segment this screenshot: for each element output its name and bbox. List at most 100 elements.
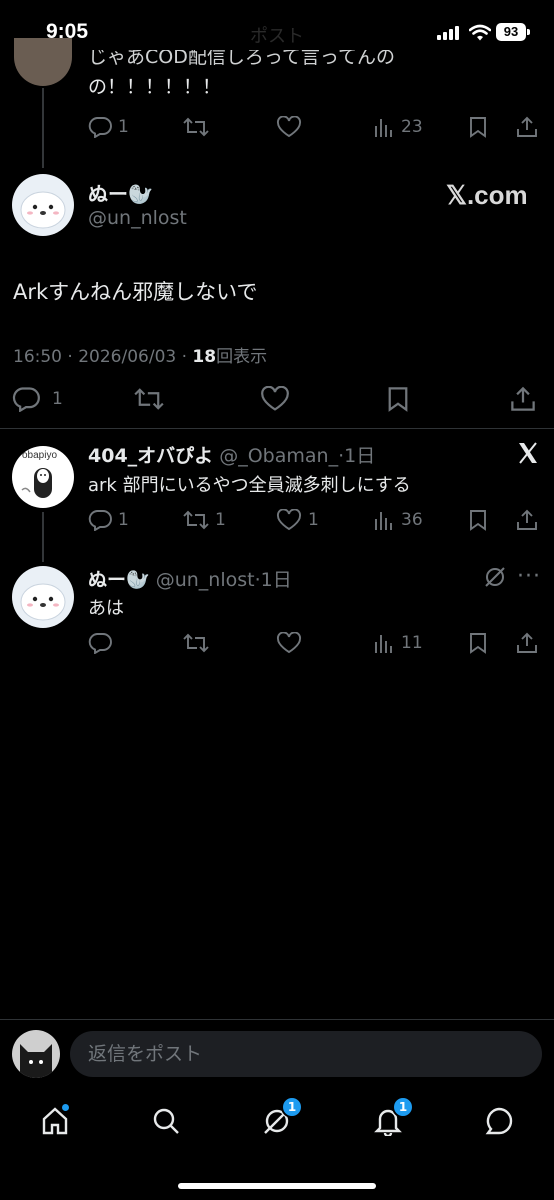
share-button[interactable] — [516, 632, 538, 654]
current-user-avatar[interactable] — [12, 1030, 60, 1078]
views-count[interactable]: 18 — [192, 347, 216, 367]
share-button[interactable] — [516, 509, 538, 531]
views-button[interactable]: 11 — [373, 632, 423, 654]
heart-icon — [277, 509, 301, 531]
tab-grok[interactable]: 1 — [262, 1096, 303, 1136]
tab-search[interactable] — [151, 1106, 181, 1136]
tweet-date: 2026/06/03 — [78, 347, 177, 367]
reply-button[interactable] — [88, 632, 112, 654]
tweet-text: ark 部門にいるやつ全員滅多刺しにする — [88, 475, 411, 496]
cat-avatar-image — [20, 1044, 52, 1078]
reply-input[interactable]: 返信をポスト — [70, 1031, 542, 1077]
divider — [0, 1019, 554, 1020]
tab-home[interactable] — [40, 1104, 70, 1136]
tweet-text: あは — [88, 598, 124, 619]
battery-indicator: 93 — [496, 23, 526, 41]
message-icon — [485, 1107, 513, 1135]
separator: · — [67, 347, 73, 367]
views-button[interactable]: 36 — [373, 509, 423, 531]
tweet-actions: 1 — [12, 384, 542, 416]
seal-avatar-image — [20, 191, 66, 229]
heart-icon — [277, 632, 301, 654]
reply-button[interactable]: 1 — [12, 386, 63, 412]
tweet-text-line: じゃあCOD配信しろって言ってんの — [88, 50, 395, 68]
repost-button[interactable]: 1 — [183, 509, 226, 531]
share-icon — [517, 509, 537, 530]
avatar-caption: obapiyo — [22, 450, 58, 461]
more-options-icon[interactable]: ··· — [517, 564, 541, 589]
reply-count: 1 — [52, 389, 63, 409]
notifications-badge: 1 — [392, 1096, 414, 1118]
reply-icon — [88, 633, 112, 654]
repost-icon — [183, 633, 209, 653]
bookmark-button[interactable] — [468, 509, 488, 531]
bookmark-button[interactable] — [468, 116, 488, 138]
tweet-actions: 11 — [88, 630, 540, 658]
views-icon — [375, 119, 392, 137]
tweet-age: 1日 — [344, 445, 376, 467]
x-logo-icon[interactable] — [517, 442, 539, 464]
handle[interactable]: @un_nlost — [156, 569, 255, 591]
reply-count: 1 — [118, 510, 129, 530]
tweet-actions: 1 23 — [88, 114, 540, 142]
reply-button[interactable]: 1 — [88, 509, 129, 531]
seal-avatar-image — [20, 583, 66, 621]
grok-icon[interactable] — [483, 565, 507, 589]
repost-icon — [183, 117, 209, 137]
repost-icon — [183, 510, 209, 530]
like-button[interactable]: 1 — [276, 509, 319, 531]
views-icon — [375, 635, 392, 653]
tweet-age: 1日 — [260, 569, 292, 591]
like-button[interactable] — [276, 632, 302, 654]
share-icon — [511, 386, 535, 411]
thread-line — [42, 512, 44, 562]
tweet-header: ぬー🦭 @un_nlost·1日 — [88, 565, 292, 592]
avatar[interactable] — [12, 566, 74, 628]
home-indicator — [178, 1183, 376, 1189]
share-button[interactable] — [516, 116, 538, 138]
reply-icon — [88, 510, 112, 531]
tweet-time: 16:50 — [13, 347, 62, 367]
tweet-header: 404_オバぴよ @_Obaman_·1日 — [88, 441, 375, 468]
tweet-text-line: の！！！！！！ — [88, 76, 222, 98]
x-watermark-logo: 𝕏.com — [446, 180, 528, 210]
avatar[interactable]: obapiyo — [12, 446, 74, 508]
share-icon — [517, 632, 537, 653]
share-button[interactable] — [510, 386, 536, 412]
battery-tip — [527, 29, 530, 35]
views-button[interactable]: 23 — [373, 116, 423, 138]
reply-button[interactable]: 1 — [88, 116, 129, 138]
avatar[interactable] — [12, 174, 74, 236]
like-button[interactable] — [276, 116, 302, 138]
heart-icon — [277, 116, 301, 138]
tab-notifications[interactable]: 1 — [373, 1096, 414, 1136]
handle[interactable]: @un_nlost — [88, 207, 187, 229]
display-name[interactable]: ぬー🦭 — [88, 178, 153, 207]
separator: · — [181, 347, 188, 367]
tweet-actions: 1 1 1 36 — [88, 507, 540, 535]
like-button[interactable] — [260, 386, 290, 412]
like-count: 1 — [308, 510, 319, 530]
wifi-icon — [469, 24, 491, 41]
bookmark-icon — [470, 633, 486, 654]
display-name[interactable]: ぬー🦭 — [88, 569, 150, 591]
views-count: 36 — [401, 510, 423, 530]
display-name[interactable]: 404_オバぴよ — [88, 445, 213, 467]
repost-icon — [134, 388, 164, 410]
handle[interactable]: @_Obaman_ — [219, 445, 338, 467]
bookmark-button[interactable] — [386, 386, 410, 412]
tweet-meta: 16:50 · 2026/06/03 · 18回表示 — [13, 342, 267, 367]
repost-button[interactable] — [183, 632, 209, 654]
divider — [0, 428, 554, 429]
tab-messages[interactable] — [484, 1106, 514, 1136]
repost-button[interactable] — [183, 116, 209, 138]
repost-button[interactable] — [134, 386, 164, 412]
tweet-text: Arkすんねん邪魔しないで — [13, 280, 258, 304]
views-count: 11 — [401, 633, 423, 653]
avatar[interactable] — [14, 38, 72, 86]
grok-badge: 1 — [281, 1096, 303, 1118]
reply-icon — [88, 117, 112, 138]
bookmark-button[interactable] — [468, 632, 488, 654]
share-icon — [517, 116, 537, 137]
home-unread-dot — [62, 1104, 69, 1111]
